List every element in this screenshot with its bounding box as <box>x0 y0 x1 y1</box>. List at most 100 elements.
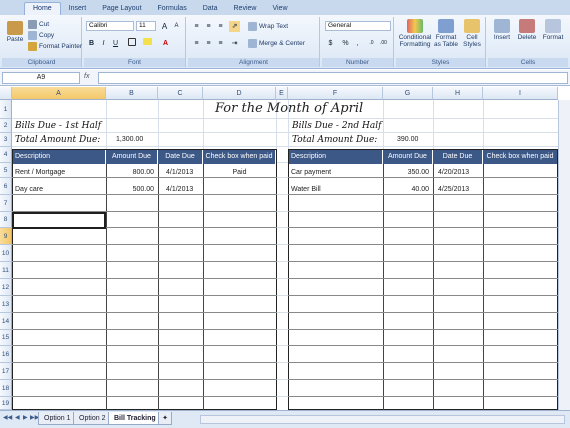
italic-button[interactable]: I <box>98 38 109 49</box>
fx-icon[interactable]: fx <box>84 73 89 80</box>
currency-button[interactable]: $ <box>325 38 336 49</box>
column-header-i[interactable]: I <box>483 87 558 100</box>
wrap-text-button[interactable]: Wrap Text <box>248 22 288 31</box>
right-row1-date[interactable]: 4/20/2013 <box>438 164 469 181</box>
left-row1-date[interactable]: 4/1/2013 <box>166 164 193 181</box>
column-header-c[interactable]: C <box>158 87 203 100</box>
cut-button[interactable]: Cut <box>28 20 49 29</box>
tab-data[interactable]: Data <box>195 3 226 15</box>
fill-color-button[interactable] <box>142 38 153 49</box>
right-row2-amount[interactable]: 40.00 <box>383 181 429 198</box>
column-header-g[interactable]: G <box>383 87 433 100</box>
row-header-19[interactable]: 19 <box>0 397 12 410</box>
number-format-select[interactable]: General <box>325 21 391 31</box>
column-header-e[interactable]: E <box>276 87 288 100</box>
column-header-h[interactable]: H <box>433 87 483 100</box>
grow-font-button[interactable]: A <box>159 21 170 32</box>
format-painter-button[interactable]: Format Painter <box>28 42 82 51</box>
row-header-13[interactable]: 13 <box>0 296 12 313</box>
left-row2-amount[interactable]: 500.00 <box>106 181 154 198</box>
font-size-select[interactable]: 11 <box>136 21 156 31</box>
row-header-17[interactable]: 17 <box>0 363 12 380</box>
row-header-5[interactable]: 5 <box>0 163 12 178</box>
align-center-icon[interactable]: ≡ <box>203 38 214 49</box>
cell-styles-button[interactable]: Cell Styles <box>460 19 484 48</box>
right-row1-description[interactable]: Car payment <box>291 164 331 181</box>
borders-button[interactable] <box>126 38 137 49</box>
row-header-1[interactable]: 1 <box>0 100 12 119</box>
first-sheet-icon[interactable]: ◀◀ <box>3 414 12 421</box>
row-header-12[interactable]: 12 <box>0 279 12 296</box>
format-as-table-button[interactable]: Format as Table <box>434 19 458 48</box>
left-total-value[interactable]: 1,300.00 <box>116 133 143 147</box>
column-header-d[interactable]: D <box>203 87 276 100</box>
row-header-4[interactable]: 4 <box>0 147 12 163</box>
conditional-formatting-button[interactable]: Conditional Formatting <box>398 19 432 48</box>
align-bottom-icon[interactable]: ≡ <box>215 21 226 32</box>
bold-button[interactable]: B <box>86 38 97 49</box>
row-header-9[interactable]: 9 <box>0 228 12 245</box>
horizontal-scrollbar[interactable] <box>200 415 565 424</box>
right-row2-date[interactable]: 4/25/2013 <box>438 181 469 198</box>
underline-button[interactable]: U <box>110 38 121 49</box>
row-header-2[interactable]: 2 <box>0 119 12 133</box>
decrease-decimal-button[interactable]: .00 <box>378 38 389 49</box>
insert-cells-button[interactable]: Insert <box>490 19 514 41</box>
indent-icon[interactable]: ⇥ <box>229 38 240 49</box>
shrink-font-button[interactable]: A <box>171 21 182 32</box>
align-top-icon[interactable]: ≡ <box>191 21 202 32</box>
left-row1-description[interactable]: Rent / Mortgage <box>15 164 65 181</box>
row-header-8[interactable]: 8 <box>0 212 12 228</box>
tab-formulas[interactable]: Formulas <box>150 3 195 15</box>
next-sheet-icon[interactable]: ▶ <box>23 414 28 421</box>
row-header-14[interactable]: 14 <box>0 313 12 330</box>
row-header-15[interactable]: 15 <box>0 330 12 346</box>
right-row2-description[interactable]: Water Bill <box>291 181 321 198</box>
tab-insert[interactable]: Insert <box>61 3 95 15</box>
format-cells-button[interactable]: Format <box>540 19 566 41</box>
font-color-button[interactable]: A <box>160 38 171 49</box>
right-row1-amount[interactable]: 350.00 <box>383 164 429 181</box>
row-header-16[interactable]: 16 <box>0 346 12 363</box>
orientation-icon[interactable]: ⇗ <box>229 21 240 32</box>
column-header-f[interactable]: F <box>288 87 383 100</box>
copy-button[interactable]: Copy <box>28 31 54 40</box>
sheet-tab-bill-tracking[interactable]: Bill Tracking <box>108 412 162 425</box>
left-row2-description[interactable]: Day care <box>15 181 43 198</box>
tab-home[interactable]: Home <box>24 2 61 15</box>
increase-decimal-button[interactable]: .0 <box>366 38 377 49</box>
left-row2-date[interactable]: 4/1/2013 <box>166 181 193 198</box>
column-header-a[interactable]: A <box>12 87 106 100</box>
vertical-scrollbar[interactable] <box>558 100 570 410</box>
row-header-11[interactable]: 11 <box>0 262 12 279</box>
align-middle-icon[interactable]: ≡ <box>203 21 214 32</box>
align-left-icon[interactable]: ≡ <box>191 38 202 49</box>
sheet-tab-option-2[interactable]: Option 2 <box>73 412 112 425</box>
new-sheet-icon[interactable]: ✦ <box>158 412 172 425</box>
tab-review[interactable]: Review <box>226 3 265 15</box>
row-header-3[interactable]: 3 <box>0 133 12 147</box>
tab-view[interactable]: View <box>264 3 295 15</box>
formula-input[interactable] <box>98 72 568 84</box>
select-all-corner[interactable] <box>0 87 12 100</box>
row-header-10[interactable]: 10 <box>0 245 12 262</box>
name-box[interactable]: A9 <box>2 72 80 84</box>
selected-cell-a9[interactable] <box>12 212 106 229</box>
row-header-6[interactable]: 6 <box>0 178 12 195</box>
align-right-icon[interactable]: ≡ <box>215 38 226 49</box>
font-name-select[interactable]: Calibri <box>86 21 134 31</box>
left-row1-paid[interactable]: Paid <box>203 164 276 181</box>
prev-sheet-icon[interactable]: ◀ <box>15 414 20 421</box>
paste-button[interactable]: Paste <box>5 21 25 43</box>
merge-center-button[interactable]: Merge & Center <box>248 39 305 48</box>
delete-cells-button[interactable]: Delete <box>515 19 539 41</box>
column-header-b[interactable]: B <box>106 87 158 100</box>
comma-button[interactable]: , <box>352 38 363 49</box>
row-header-7[interactable]: 7 <box>0 195 12 212</box>
tab-page-layout[interactable]: Page Layout <box>94 3 149 15</box>
percent-button[interactable]: % <box>340 38 351 49</box>
left-row1-amount[interactable]: 800.00 <box>106 164 154 181</box>
right-total-value[interactable]: 390.00 <box>397 133 418 147</box>
row-header-18[interactable]: 18 <box>0 380 12 397</box>
sheet-tab-option-1[interactable]: Option 1 <box>38 412 77 425</box>
